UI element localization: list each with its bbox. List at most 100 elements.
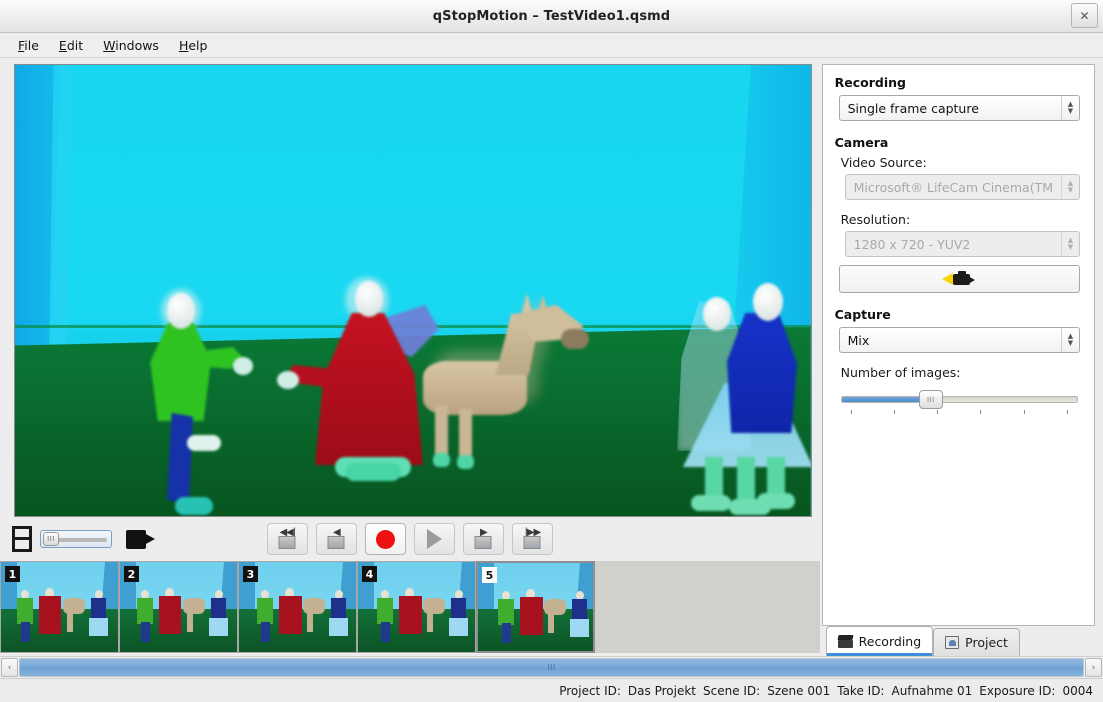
close-icon: ✕ xyxy=(1079,8,1090,23)
frame-thumb-icon xyxy=(278,536,296,549)
horse-hoof-1 xyxy=(433,453,450,467)
green-foot-2 xyxy=(187,435,221,451)
transport-toolbar: III ◀◀| ◀ ▶ |▶▶ xyxy=(0,517,820,561)
chevron-updown-icon: ▲ ▼ xyxy=(1061,328,1079,352)
video-camera-icon xyxy=(942,271,976,287)
slider-handle[interactable]: III xyxy=(918,390,943,409)
menu-label: indows xyxy=(115,37,159,53)
camera-test-button[interactable] xyxy=(838,265,1080,293)
exposure-id-label: Exposure ID: xyxy=(979,683,1056,698)
skip-to-last-frame-button[interactable]: |▶▶ xyxy=(511,523,553,555)
blue-head xyxy=(753,283,783,321)
scene-id-label: Scene ID: xyxy=(702,683,761,698)
resolution-value: 1280 x 720 - YUV2 xyxy=(853,236,971,252)
menu-bar: File Edit Windows Help xyxy=(0,33,1103,58)
green-foot xyxy=(175,497,213,515)
menu-item-edit[interactable]: Edit xyxy=(51,35,91,56)
chevron-updown-icon: ▲ ▼ xyxy=(1061,232,1079,256)
thumbnail-size-slider[interactable]: III xyxy=(40,530,112,548)
number-of-images-label: Number of images: xyxy=(840,365,961,380)
capture-group-label: Capture xyxy=(834,307,891,322)
recording-panel: Recording Single frame capture ▲ ▼ Camera… xyxy=(821,64,1095,626)
filmstrip-icon[interactable] xyxy=(12,526,32,552)
video-source-value: Microsoft® LifeCam Cinema(TM xyxy=(853,179,1053,195)
slider-handle[interactable]: III xyxy=(43,532,59,546)
resolution-select[interactable]: 1280 x 720 - YUV2 ▲ ▼ xyxy=(844,231,1080,257)
tab-project-label: Project xyxy=(965,635,1008,650)
recording-mode-select[interactable]: Single frame capture ▲ ▼ xyxy=(838,95,1080,121)
camera-group-label: Camera xyxy=(834,135,889,150)
blue-leg-2 xyxy=(737,457,755,503)
scrollbar-thumb[interactable]: III xyxy=(20,659,1083,676)
horse-leg-1 xyxy=(435,405,448,457)
scene-id-value: Szene 001 xyxy=(767,683,831,698)
green-hand xyxy=(233,357,253,375)
frame-number-badge: 5 xyxy=(482,567,497,583)
project-id-label: Project ID: xyxy=(559,683,621,698)
filmstrip-frame-5[interactable]: 5 xyxy=(476,561,595,653)
menu-mnemonic: E xyxy=(58,37,67,53)
resolution-label: Resolution: xyxy=(840,212,911,227)
panel-tabs: Recording Project xyxy=(825,626,1095,656)
close-button[interactable]: ✕ xyxy=(1071,3,1098,28)
scroll-right-button[interactable]: › xyxy=(1085,658,1102,677)
frame-thumb-icon xyxy=(327,536,345,549)
capture-mode-select[interactable]: Mix ▲ ▼ xyxy=(838,327,1080,353)
filmstrip-frame-3[interactable]: 3 xyxy=(238,561,357,653)
frame-thumb-icon xyxy=(474,536,492,549)
frame-number-badge: 1 xyxy=(5,566,20,582)
frame-number-badge: 2 xyxy=(124,566,139,582)
skip-to-first-frame-button[interactable]: ◀◀| xyxy=(266,523,308,555)
menu-item-file[interactable]: File xyxy=(10,35,47,56)
blue-foot-3 xyxy=(757,493,795,509)
frame-number-badge: 3 xyxy=(243,566,258,582)
frame-number-badge: 4 xyxy=(362,566,377,582)
green-head xyxy=(167,293,195,329)
menu-mnemonic: W xyxy=(103,37,116,53)
horse-muzzle xyxy=(561,329,589,349)
menu-label: elp xyxy=(188,37,208,53)
frame-thumb-icon xyxy=(523,536,541,549)
clapperboard-icon xyxy=(837,635,854,648)
left-column: III ◀◀| ◀ ▶ |▶▶ 1 2 3 4 5 xyxy=(0,58,820,656)
take-id-label: Take ID: xyxy=(837,683,885,698)
camera-icon[interactable] xyxy=(126,527,155,551)
filmstrip-frame-1[interactable]: 1 xyxy=(0,561,119,653)
next-frame-button[interactable]: ▶ xyxy=(462,523,504,555)
take-id-value: Aufnahme 01 xyxy=(891,683,973,698)
project-id-value: Das Projekt xyxy=(627,683,696,698)
horse-leg-2 xyxy=(459,409,472,459)
window-title: qStopMotion – TestVideo1.qsmd xyxy=(432,8,671,24)
video-source-label: Video Source: xyxy=(840,155,927,170)
record-button[interactable] xyxy=(364,523,406,555)
menu-item-windows[interactable]: Windows xyxy=(95,35,167,56)
previous-frame-button[interactable]: ◀ xyxy=(315,523,357,555)
red-head xyxy=(355,281,383,317)
chevron-updown-icon: ▲ ▼ xyxy=(1061,96,1079,120)
record-icon xyxy=(375,529,395,549)
right-panel-column: Recording Single frame capture ▲ ▼ Camera… xyxy=(820,58,1103,656)
menu-mnemonic: H xyxy=(178,37,189,53)
filmstrip-frame-4[interactable]: 4 xyxy=(357,561,476,653)
filmstrip-scrollbar[interactable]: ‹ III › xyxy=(0,656,1103,678)
scrollbar-track[interactable]: III xyxy=(19,658,1084,677)
tab-recording-label: Recording xyxy=(858,634,922,649)
project-icon xyxy=(945,636,960,649)
blue-head-second xyxy=(703,297,731,331)
number-of-images-slider[interactable]: III xyxy=(840,390,1078,416)
exposure-id-value: 0004 xyxy=(1062,683,1093,698)
video-preview-container xyxy=(0,58,820,517)
video-preview[interactable] xyxy=(14,64,812,517)
menu-item-help[interactable]: Help xyxy=(171,35,216,56)
play-icon xyxy=(426,529,442,549)
video-source-select[interactable]: Microsoft® LifeCam Cinema(TM ▲ ▼ xyxy=(844,174,1080,200)
tab-recording[interactable]: Recording xyxy=(825,626,934,656)
play-button[interactable] xyxy=(413,523,455,555)
red-hand xyxy=(277,371,299,389)
scroll-left-button[interactable]: ‹ xyxy=(1,658,18,677)
filmstrip-frame-2[interactable]: 2 xyxy=(119,561,238,653)
qstopmotion-window: qStopMotion – TestVideo1.qsmd ✕ File Edi… xyxy=(0,0,1103,702)
slider-ticks xyxy=(841,410,1078,414)
tab-project[interactable]: Project xyxy=(933,628,1020,656)
title-bar: qStopMotion – TestVideo1.qsmd ✕ xyxy=(0,0,1103,33)
